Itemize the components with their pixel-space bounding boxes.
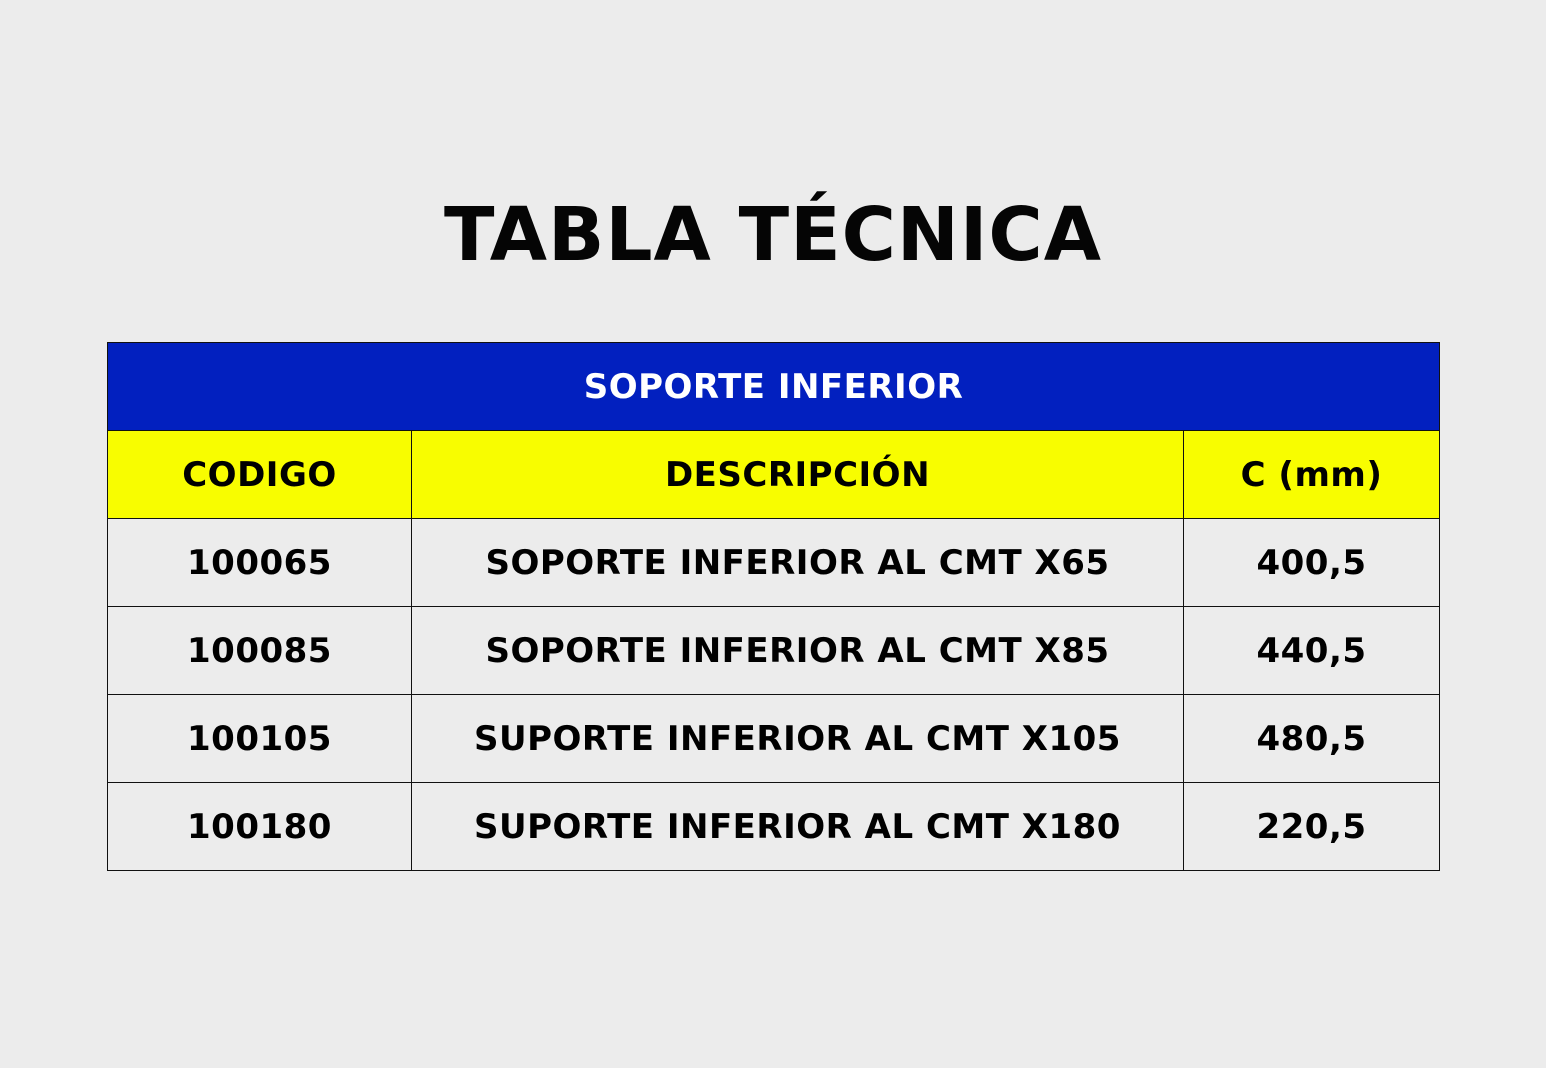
- cell-codigo: 100065: [107, 518, 412, 607]
- header-codigo: CODIGO: [107, 430, 412, 519]
- cell-descripcion: SUPORTE INFERIOR AL CMT X105: [411, 694, 1184, 783]
- header-descripcion: DESCRIPCIÓN: [411, 430, 1184, 519]
- table-row: 100180 SUPORTE INFERIOR AL CMT X180 220,…: [107, 782, 1441, 871]
- cell-c-mm: 440,5: [1182, 606, 1441, 695]
- cell-descripcion: SOPORTE INFERIOR AL CMT X85: [411, 606, 1184, 695]
- table-row: 100065 SOPORTE INFERIOR AL CMT X65 400,5: [107, 518, 1441, 607]
- table-row: 100085 SOPORTE INFERIOR AL CMT X85 440,5: [107, 606, 1441, 695]
- cell-c-mm: 400,5: [1182, 518, 1441, 607]
- table-banner-row: SOPORTE INFERIOR: [106, 342, 1441, 431]
- cell-c-mm: 480,5: [1182, 694, 1441, 783]
- table-header-row: CODIGO DESCRIPCIÓN C (mm): [107, 430, 1441, 519]
- cell-descripcion: SUPORTE INFERIOR AL CMT X180: [411, 782, 1184, 871]
- cell-descripcion: SOPORTE INFERIOR AL CMT X65: [411, 518, 1184, 607]
- table-row: 100105 SUPORTE INFERIOR AL CMT X105 480,…: [107, 694, 1441, 783]
- cell-codigo: 100085: [107, 606, 412, 695]
- cell-codigo: 100105: [107, 694, 412, 783]
- header-c-mm: C (mm): [1182, 430, 1441, 519]
- table-banner: SOPORTE INFERIOR: [106, 342, 1441, 431]
- page-title: TABLA TÉCNICA: [444, 192, 1102, 278]
- technical-table: SOPORTE INFERIOR CODIGO DESCRIPCIÓN C (m…: [106, 342, 1441, 871]
- cell-c-mm: 220,5: [1182, 782, 1441, 871]
- cell-codigo: 100180: [107, 782, 412, 871]
